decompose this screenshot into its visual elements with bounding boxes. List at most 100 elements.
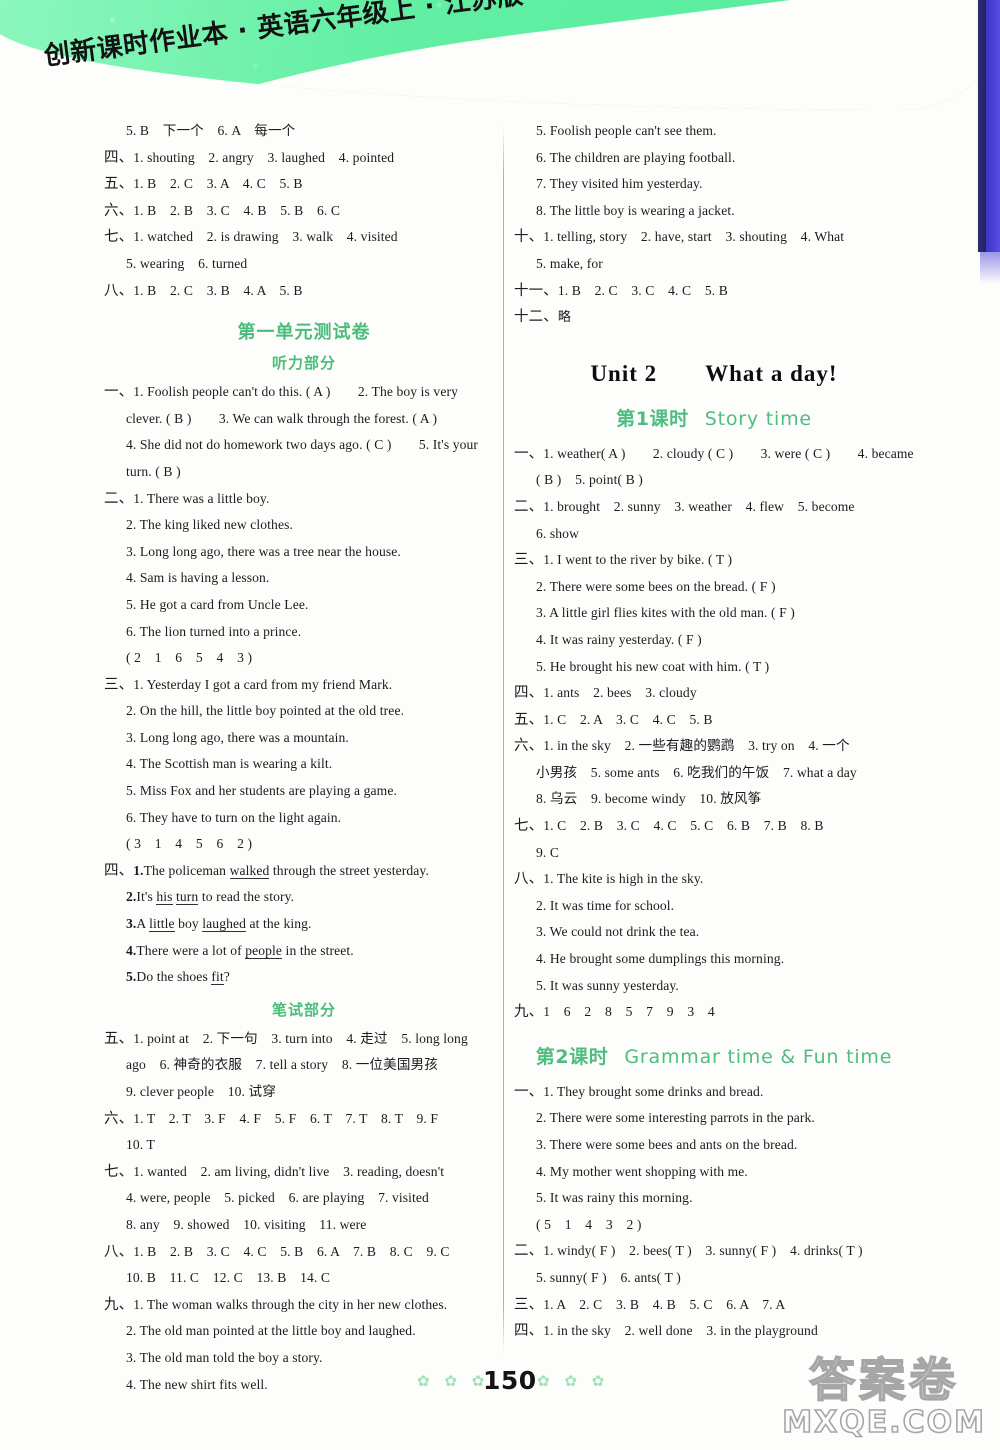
answer-line: 三、1. A 2. C 3. B 4. B 5. C 6. A 7. A [514,1292,914,1319]
listening-part-heading: 听力部分 [271,354,336,373]
answer-line: 3. A little girl flies kites with the ol… [536,605,795,621]
section-index: 四、 [514,1323,544,1340]
answer-line: 四、1. ants 2. bees 3. cloudy [514,680,914,707]
answer-line: 5. He brought his new coat with him. ( T… [536,658,770,674]
page-number: 150 [483,1366,537,1395]
section-body: 1. There was a little boy. [133,490,270,506]
section-body: 1. B 2. B 3. C 4. C 5. B 6. A 7. B 8. C … [133,1243,450,1259]
answer-line: 二、1. brought 2. sunny 3. weather 4. flew… [514,494,914,521]
section-index: 四、 [104,862,134,879]
answer-line: 2.It's his turn to read the story. [104,884,504,911]
answer-line: 6. show [536,525,579,541]
item-number: 5. [126,969,137,985]
unit-title: Unit 2 What a day! [590,360,838,386]
answer-line: 八、1. B 2. B 3. C 4. C 5. B 6. A 7. B 8. … [104,1239,504,1266]
answer-line: ( 5 1 4 3 2 ) [536,1216,642,1232]
lesson-heading-cn: 第1课时 [616,407,689,430]
section-body: 1 6 2 8 5 7 9 3 4 [543,1004,715,1020]
answer-line: 8. 乌云 9. become windy 10. 放风筝 [536,791,762,807]
answer-line: clever. ( B ) 3. We can walk through the… [126,410,438,426]
answer-line: 2. On the hill, the little boy pointed a… [126,703,405,719]
section-body: 1. telling, story 2. have, start 3. shou… [543,229,845,245]
two-column-body: 5. B 下一个 6. A 每一个 四、1. shouting 2. angry… [0,118,1000,1392]
answer-line: 9. clever people 10. 试穿 [126,1084,276,1099]
answer-line: 六、1. in the sky 2. 一些有趣的鹦鹉 3. try on 4. … [514,733,914,760]
section-index: 八、 [104,1243,134,1260]
underlined-word: people [245,942,283,959]
section-body: 1. B 2. C 3. B 4. A 5. B [133,282,303,298]
section-body: 1. brought 2. sunny 3. weather 4. flew 5… [543,498,855,514]
answer-line: 4. were, people 5. picked 6. are playing… [126,1190,429,1206]
lesson-heading-en: Story time [704,407,812,430]
section-index: 五、 [104,1030,134,1047]
answer-line: 8. The little boy is wearing a jacket. [536,202,735,218]
answer-line: 一、1. weather( A ) 2. cloudy ( C ) 3. wer… [514,441,914,468]
answer-line: 2. There were some bees on the bread. ( … [536,578,776,594]
section-body: 1. A 2. C 3. B 4. B 5. C 6. A 7. A [543,1296,786,1312]
answer-line: ago 6. 神奇的衣服 7. tell a story 8. 一位美国男孩 [126,1057,438,1073]
section-index: 十、 [514,229,544,246]
answer-line: 2. There were some interesting parrots i… [536,1110,815,1126]
answer-line: 四、1. in the sky 2. well done 3. in the p… [514,1318,914,1345]
section-body: 1. The kite is high in the sky. [543,871,704,887]
underlined-word: fit [211,969,224,986]
underlined-word: his [156,889,173,906]
answer-line: 九、1. The woman walks through the city in… [104,1292,504,1319]
answer-line: 六、1. T 2. T 3. F 4. F 5. F 6. T 7. T 8. … [104,1106,504,1133]
item-number: 1. [133,862,144,878]
lesson-heading-en: Grammar time & Fun time [624,1045,893,1068]
section-body: 1. C 2. B 3. C 4. C 5. C 6. B 7. B 8. B [543,818,824,834]
answer-line: 4. He brought some dumplings this mornin… [536,951,785,967]
section-body: 1. in the sky 2. 一些有趣的鹦鹉 3. try on 4. 一个 [543,738,850,754]
section-index: 三、 [514,552,544,569]
page-footer: ✿ ✿ ✿ 150 ✿ ✿ ✿ [0,1366,1000,1406]
item-text-post: at the king. [246,916,312,932]
answer-line: 6. They have to turn on the light again. [126,809,342,825]
answer-line: 7. They visited him yesterday. [536,176,703,192]
section-index: 二、 [514,498,544,515]
answer-line: 10. B 11. C 12. C 13. B 14. C [126,1270,331,1286]
answer-line: 一、1. They brought some drinks and bread. [514,1079,914,1106]
answer-line: 三、1. I went to the river by bike. ( T ) [514,547,914,574]
section-body: 1. watched 2. is drawing 3. walk 4. visi… [133,229,398,245]
item-number: 4. [126,942,137,958]
section-index: 四、 [514,685,544,702]
answer-line: 八、1. The kite is high in the sky. [514,866,914,893]
section-body: 1. B 2. C 3. A 4. C 5. B [133,176,303,192]
section-body: 1. They brought some drinks and bread. [543,1083,764,1099]
section-body: 1. Yesterday I got a card from my friend… [133,676,393,692]
item-text-post: to read the story. [198,889,295,905]
answer-line: 6. The children are playing football. [536,149,736,165]
section-index: 七、 [514,818,544,835]
answer-line: 5. Foolish people can't see them. [536,123,717,138]
answer-line: 十、1. telling, story 2. have, start 3. sh… [514,224,914,251]
section-index: 六、 [104,1110,134,1127]
answer-line: 5. make, for [536,255,603,271]
answer-line: 三、1. Yesterday I got a card from my frie… [104,672,504,699]
item-text-pre: It's [136,889,157,905]
section-index: 五、 [104,176,134,193]
answer-line: 3.A little boy laughed at the king. [104,911,504,938]
answer-line: 一、1. Foolish people can't do this. ( A )… [104,379,504,406]
item-text-mid: in the street. [282,942,354,958]
underlined-word: little [149,916,175,933]
section-body: 1. B 2. C 3. C 4. C 5. B [557,282,728,298]
answer-line: ( 2 1 6 5 4 3 ) [126,650,253,666]
section-body: 1. point at 2. 下一句 3. turn into 4. 走过 5.… [133,1030,468,1046]
section-body: 1. T 2. T 3. F 4. F 5. F 6. T 7. T 8. T … [133,1110,438,1126]
answer-line: 五、1. B 2. C 3. A 4. C 5. B [104,171,504,198]
answer-line: 七、1. watched 2. is drawing 3. walk 4. vi… [104,224,504,251]
section-index: 二、 [104,490,134,507]
answer-line: 4. She did not do homework two days ago.… [126,437,479,453]
lesson-heading-2: 第2课时 Grammar time & Fun time [514,1042,914,1069]
answer-line: 6. The lion turned into a prince. [126,623,302,639]
answer-line: 十一、1. B 2. C 3. C 4. C 5. B [514,278,914,305]
answer-line: 10. T [126,1137,155,1153]
answer-line: 5. B 下一个 6. A 每一个 [126,123,296,138]
answer-line: 六、1. B 2. B 3. C 4. B 5. B 6. C [104,198,504,225]
section-index: 七、 [104,229,134,246]
answer-line: 八、1. B 2. C 3. B 4. A 5. B [104,278,504,305]
answer-line: 5. wearing 6. turned [126,255,248,271]
answer-line: 九、1 6 2 8 5 7 9 3 4 [514,999,914,1026]
answer-line: 4. The Scottish man is wearing a kilt. [126,756,333,772]
